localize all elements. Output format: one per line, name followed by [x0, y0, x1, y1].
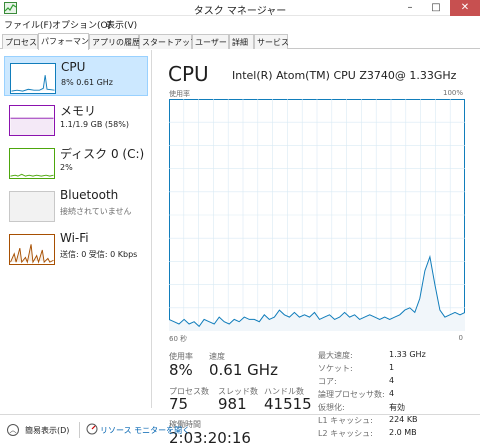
- disk-thumbnail-graph: [9, 148, 55, 179]
- tab-performance[interactable]: パフォーマンス: [38, 33, 97, 50]
- sidebar-item-subtitle: 送信: 0 受信: 0 Kbps: [60, 250, 138, 259]
- spec-value-cores: 4: [389, 376, 395, 385]
- menu-file[interactable]: ファイル(F): [4, 18, 52, 31]
- memory-thumbnail-graph: [9, 105, 55, 136]
- menu-options[interactable]: オプション(O): [52, 18, 111, 31]
- threads-value: 981: [218, 395, 247, 413]
- sidebar-item-subtitle: 8% 0.61 GHz: [61, 78, 114, 87]
- spec-label-virtualization: 仮想化:: [318, 403, 345, 412]
- bluetooth-thumbnail-graph: [9, 191, 55, 222]
- sidebar-item-cpu[interactable]: CPU 8% 0.61 GHz: [4, 56, 148, 96]
- usage-value: 8%: [169, 361, 193, 379]
- spec-value-virtualization: 有効: [389, 403, 405, 412]
- spec-value-logical-processors: 4: [389, 389, 395, 398]
- sidebar-item-title: Bluetooth: [60, 188, 119, 202]
- page-title: CPU: [168, 62, 209, 86]
- speed-value: 0.61 GHz: [209, 361, 278, 379]
- minimize-button[interactable]: –: [399, 0, 421, 16]
- sidebar-item-subtitle: 接続されていません: [60, 207, 132, 216]
- sidebar-item-subtitle: 2%: [60, 163, 73, 172]
- sidebar-item-bluetooth[interactable]: Bluetooth 接続されていません: [4, 185, 148, 225]
- cpu-detail-panel: CPU Intel(R) Atom(TM) CPU Z3740@ 1.33GHz…: [160, 50, 474, 447]
- sidebar-item-wifi[interactable]: Wi-Fi 送信: 0 受信: 0 Kbps: [4, 228, 148, 268]
- spec-value-sockets: 1: [389, 363, 395, 372]
- open-resource-monitor-link[interactable]: リソース モニターを開く: [100, 425, 190, 436]
- spec-label-max-speed: 最大速度:: [318, 351, 353, 360]
- menu-bar: ファイル(F) オプション(O) 表示(V): [0, 16, 480, 32]
- sidebar-item-title: CPU: [61, 60, 86, 74]
- tab-startup[interactable]: スタートアップ: [139, 34, 198, 49]
- graph-util-label: 使用率: [169, 90, 190, 98]
- handles-value: 41515: [264, 395, 312, 413]
- sidebar-item-disk[interactable]: ディスク 0 (C:) 2%: [4, 142, 148, 182]
- sidebar-item-title: Wi-Fi: [60, 231, 89, 245]
- cpu-model-name: Intel(R) Atom(TM) CPU Z3740@ 1.33GHz: [232, 69, 457, 82]
- cpu-thumbnail-graph: [10, 63, 56, 94]
- chevron-up-icon[interactable]: ︿: [7, 424, 19, 436]
- close-button[interactable]: ✕: [450, 0, 480, 16]
- maximize-button[interactable]: □: [425, 0, 447, 16]
- sidebar-item-title: ディスク 0 (C:): [60, 147, 145, 161]
- wifi-thumbnail-graph: [9, 234, 55, 265]
- sidebar-item-subtitle: 1.1/1.9 GB (58%): [60, 120, 129, 129]
- spec-value-max-speed: 1.33 GHz: [389, 350, 426, 359]
- title-bar: タスク マネージャー – □ ✕: [0, 0, 480, 17]
- tab-processes[interactable]: プロセス: [2, 34, 38, 49]
- graph-max-label: 100%: [442, 89, 463, 97]
- fewer-details-link[interactable]: 簡易表示(D): [25, 425, 69, 436]
- processes-value: 75: [169, 395, 189, 413]
- menu-view[interactable]: 表示(V): [106, 18, 137, 31]
- sidebar-item-memory[interactable]: メモリ 1.1/1.9 GB (58%): [4, 99, 148, 139]
- tab-users[interactable]: ユーザー: [192, 34, 229, 49]
- spec-label-cores: コア:: [318, 377, 337, 386]
- spec-label-logical-processors: 論理プロセッサ数:: [318, 390, 385, 399]
- tab-details[interactable]: 詳細: [229, 34, 254, 49]
- graph-time-label: 60 秒: [169, 335, 188, 343]
- footer-divider: [79, 422, 80, 438]
- sidebar-item-title: メモリ: [60, 104, 97, 118]
- resource-monitor-icon[interactable]: [86, 423, 98, 435]
- resource-sidebar: CPU 8% 0.61 GHz メモリ 1.1/1.9 GB (58%) ディス…: [0, 50, 152, 408]
- spec-label-sockets: ソケット:: [318, 364, 353, 373]
- graph-min-label: 0: [458, 334, 463, 342]
- tab-app-history[interactable]: アプリの履歴: [89, 34, 140, 49]
- footer-bar: ︿ 簡易表示(D) リソース モニターを開く: [0, 414, 480, 447]
- tab-strip: プロセス パフォーマンス アプリの履歴 スタートアップ ユーザー 詳細 サービス: [0, 33, 480, 50]
- tab-services[interactable]: サービス: [254, 34, 289, 49]
- cpu-usage-graph: [169, 99, 465, 331]
